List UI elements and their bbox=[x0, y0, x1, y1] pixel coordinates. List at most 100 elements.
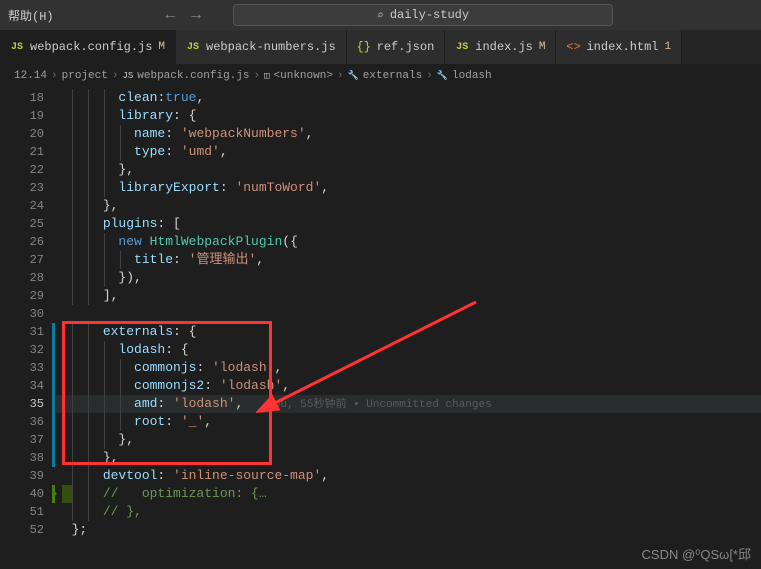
breadcrumb-item[interactable]: project bbox=[62, 70, 108, 82]
breadcrumb-item[interactable]: webpack.config.js bbox=[137, 70, 249, 82]
back-arrow-icon[interactable]: ← bbox=[166, 6, 176, 24]
token-punc: : { bbox=[165, 342, 188, 357]
line-number: 29 bbox=[0, 287, 44, 305]
git-modified-indicator bbox=[52, 395, 55, 413]
token-prop: plugins bbox=[103, 216, 158, 231]
tab-4[interactable]: <>index.html1 bbox=[556, 30, 682, 64]
code-area[interactable]: clean:true, library: { name: 'webpackNum… bbox=[56, 87, 761, 569]
token-punc: : [ bbox=[157, 216, 180, 231]
tab-status: M bbox=[539, 41, 546, 53]
indent bbox=[56, 288, 103, 303]
line-gutter: 1819202122232425262728293031323334353637… bbox=[0, 87, 56, 569]
code-line[interactable]: title: '管理输出', bbox=[56, 251, 761, 269]
code-line[interactable] bbox=[56, 305, 761, 323]
code-line[interactable]: externals: { bbox=[56, 323, 761, 341]
tab-3[interactable]: JSindex.jsM bbox=[445, 30, 556, 64]
indent bbox=[56, 396, 134, 411]
tab-label: ref.json bbox=[377, 40, 435, 54]
token-punc: : bbox=[196, 360, 212, 375]
indent bbox=[56, 216, 103, 231]
breadcrumb-icon: 🔧 bbox=[348, 71, 359, 81]
token-prop: commonjs bbox=[134, 360, 196, 375]
code-line[interactable]: }, bbox=[56, 161, 761, 179]
token-string: 'numToWord' bbox=[235, 180, 321, 195]
code-line[interactable]: lodash: { bbox=[56, 341, 761, 359]
breadcrumb-item[interactable]: <unknown> bbox=[274, 70, 333, 82]
line-number: 21 bbox=[0, 143, 44, 161]
token-string: 'lodash' bbox=[173, 396, 235, 411]
token-punc: , bbox=[235, 396, 243, 411]
code-line[interactable]: }; bbox=[56, 521, 761, 539]
code-line[interactable]: }), bbox=[56, 269, 761, 287]
code-line[interactable]: new HtmlWebpackPlugin({ bbox=[56, 233, 761, 251]
token-punc: , bbox=[256, 252, 264, 267]
token-punc: , bbox=[282, 378, 290, 393]
token-bool: true bbox=[165, 90, 196, 105]
code-line[interactable]: name: 'webpackNumbers', bbox=[56, 125, 761, 143]
help-menu[interactable]: 帮助(H) bbox=[8, 7, 54, 24]
breadcrumb-item[interactable]: lodash bbox=[452, 70, 492, 82]
code-line[interactable]: commonjs: 'lodash', bbox=[56, 359, 761, 377]
code-line[interactable]: }, bbox=[56, 431, 761, 449]
git-modified-indicator bbox=[52, 377, 55, 395]
token-string: 'webpackNumbers' bbox=[181, 126, 306, 141]
token-punc: : bbox=[165, 144, 181, 159]
tab-2[interactable]: {}ref.json bbox=[347, 30, 446, 64]
chevron-right-icon: › bbox=[426, 70, 433, 82]
indent bbox=[56, 378, 134, 393]
code-line[interactable]: plugins: [ bbox=[56, 215, 761, 233]
git-modified-indicator bbox=[52, 431, 55, 449]
code-line[interactable]: }, bbox=[56, 197, 761, 215]
code-line[interactable]: // }, bbox=[56, 503, 761, 521]
line-number: 19 bbox=[0, 107, 44, 125]
code-line[interactable]: libraryExport: 'numToWord', bbox=[56, 179, 761, 197]
token-punc: : { bbox=[173, 324, 196, 339]
git-modified-indicator bbox=[52, 341, 55, 359]
token-punc: }), bbox=[118, 270, 141, 285]
tab-0[interactable]: JSwebpack.config.jsM bbox=[0, 30, 176, 64]
code-line[interactable]: library: { bbox=[56, 107, 761, 125]
code-line[interactable]: // optimization: {… bbox=[56, 485, 761, 503]
token-punc: }, bbox=[103, 450, 119, 465]
git-modified-indicator bbox=[52, 359, 55, 377]
line-number: 24 bbox=[0, 197, 44, 215]
code-line[interactable]: type: 'umd', bbox=[56, 143, 761, 161]
git-added-indicator bbox=[52, 485, 55, 503]
tab-label: index.html bbox=[586, 40, 658, 54]
watermark: CSDN @⁰QSω[*邱 bbox=[642, 544, 751, 563]
code-line[interactable]: clean:true, bbox=[56, 89, 761, 107]
tab-label: webpack-numbers.js bbox=[206, 40, 336, 54]
chevron-right-icon: › bbox=[112, 70, 119, 82]
line-number: 20 bbox=[0, 125, 44, 143]
git-blame-hint: You, 55秒钟前 • Uncommitted changes bbox=[267, 399, 491, 411]
code-line[interactable]: root: '_', bbox=[56, 413, 761, 431]
code-line[interactable]: amd: 'lodash',You, 55秒钟前 • Uncommitted c… bbox=[56, 395, 761, 413]
file-icon: JS bbox=[186, 40, 200, 54]
token-punc: : bbox=[220, 180, 236, 195]
indent bbox=[56, 522, 72, 537]
token-string: 'lodash' bbox=[220, 378, 282, 393]
tab-1[interactable]: JS webpack-numbers.js bbox=[176, 30, 347, 64]
token-punc: , bbox=[321, 180, 329, 195]
token-punc: : { bbox=[173, 108, 196, 123]
search-box[interactable]: ⌕ daily-study bbox=[233, 4, 613, 26]
line-number: 40› bbox=[0, 485, 44, 503]
top-bar: 帮助(H) ← → ⌕ daily-study bbox=[0, 0, 761, 30]
code-line[interactable]: devtool: 'inline-source-map', bbox=[56, 467, 761, 485]
token-punc: , bbox=[196, 90, 204, 105]
git-modified-indicator bbox=[52, 323, 55, 341]
forward-arrow-icon[interactable]: → bbox=[191, 6, 201, 24]
token-punc: : bbox=[173, 252, 189, 267]
breadcrumb-item[interactable]: 12.14 bbox=[14, 70, 47, 82]
line-number: 31 bbox=[0, 323, 44, 341]
breadcrumb-item[interactable]: externals bbox=[363, 70, 422, 82]
token-prop: devtool bbox=[103, 468, 158, 483]
token-punc: ({ bbox=[282, 234, 298, 249]
code-line[interactable]: }, bbox=[56, 449, 761, 467]
token-punc: , bbox=[204, 414, 212, 429]
token-punc: ], bbox=[103, 288, 119, 303]
code-line[interactable]: commonjs2: 'lodash', bbox=[56, 377, 761, 395]
code-line[interactable]: ], bbox=[56, 287, 761, 305]
token-prop: root bbox=[134, 414, 165, 429]
breadcrumb[interactable]: 12.14 › project ›JS webpack.config.js ›◫… bbox=[0, 65, 761, 87]
